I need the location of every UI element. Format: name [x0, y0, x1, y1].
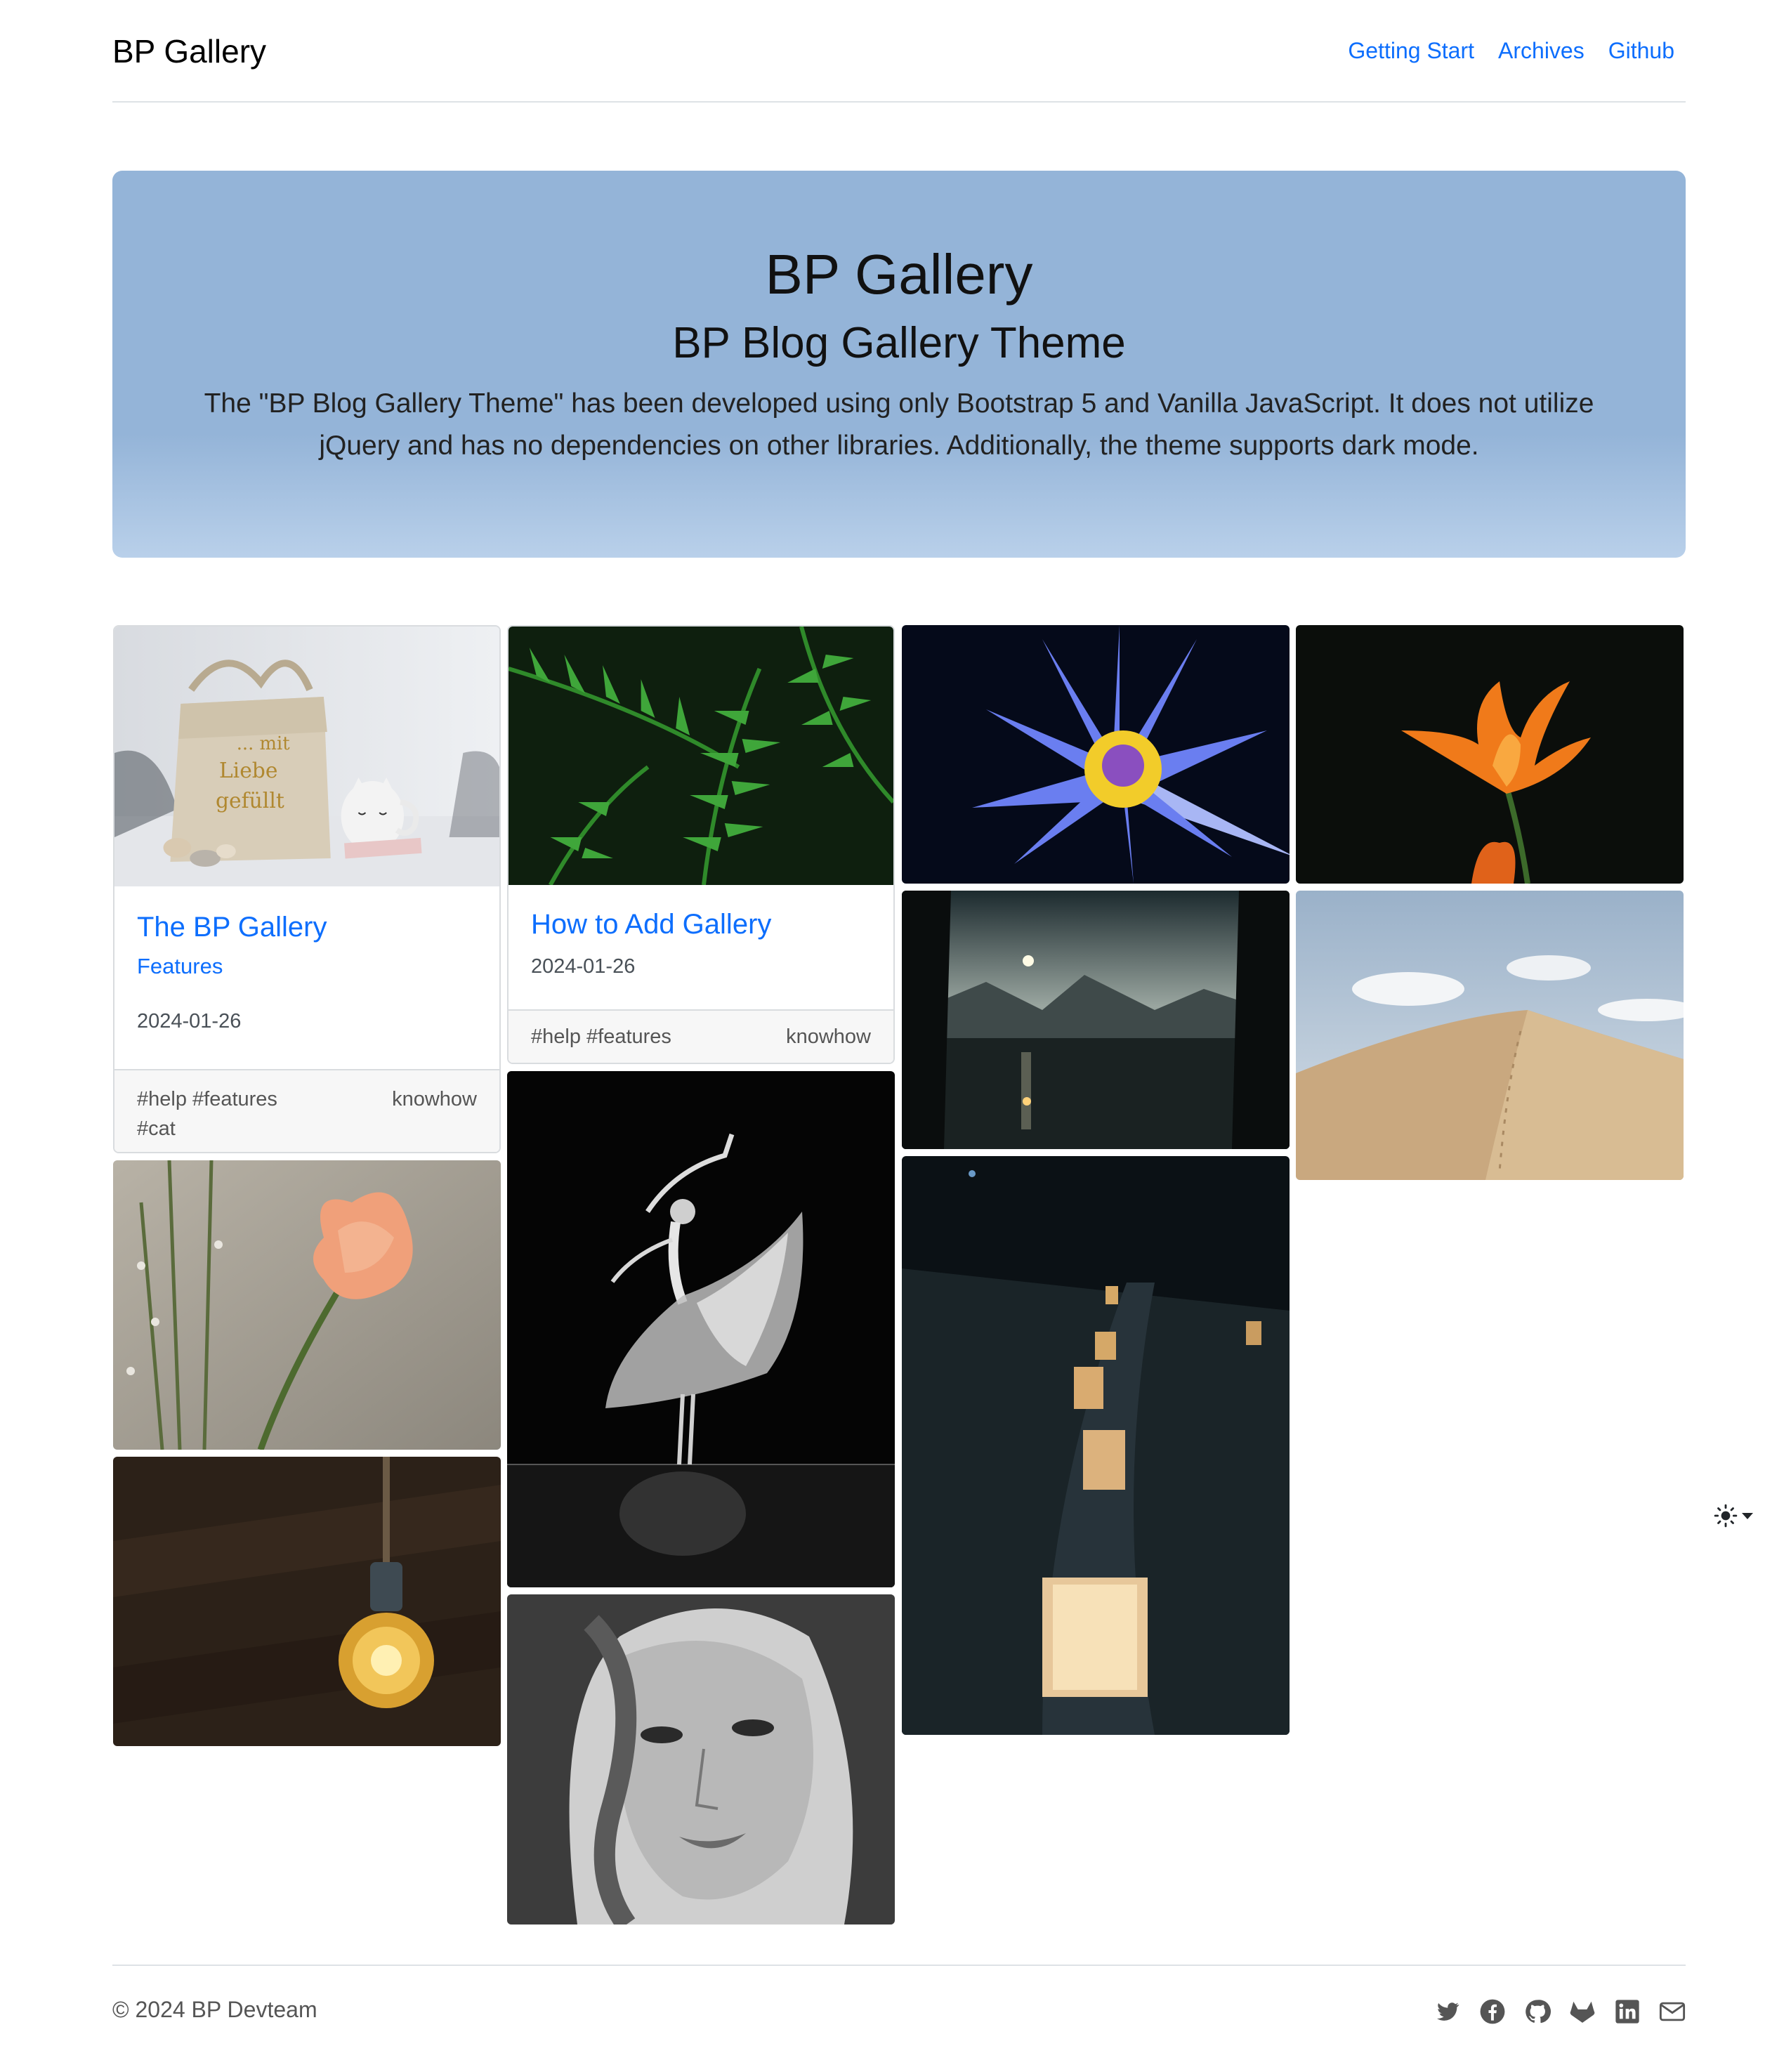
- photo-blue-water-lily[interactable]: [902, 625, 1290, 884]
- github-icon[interactable]: [1524, 1998, 1551, 2025]
- post-card-body: How to Add Gallery 2024-01-26: [509, 906, 893, 979]
- post-card-add-gallery[interactable]: How to Add Gallery 2024-01-26 #help #fea…: [507, 625, 895, 1064]
- site-header: BP Gallery Getting Start Archives Github: [112, 0, 1686, 103]
- copyright-text: © 2024 BP Devteam: [112, 1997, 317, 2022]
- brand-logo-link[interactable]: BP Gallery: [112, 31, 266, 72]
- post-card-bp-gallery[interactable]: ... mit Liebe gefüllt The BP Gallery Fea…: [113, 625, 501, 1153]
- photo-sand-dune[interactable]: [1296, 891, 1684, 1180]
- photo-ballet-dancer[interactable]: [507, 1071, 895, 1587]
- caret-down-icon: [1742, 1511, 1753, 1523]
- twitter-icon[interactable]: [1434, 1998, 1461, 2025]
- post-thumbnail-bag-and-mug[interactable]: ... mit Liebe gefüllt: [114, 627, 499, 886]
- site-footer: © 2024 BP Devteam: [112, 1965, 1686, 2049]
- envelope-icon[interactable]: [1659, 1998, 1686, 2025]
- photo-mountain-lake-night[interactable]: [902, 891, 1290, 1149]
- post-title-link[interactable]: How to Add Gallery: [531, 906, 871, 943]
- gitlab-icon[interactable]: [1569, 1998, 1596, 2025]
- nav-link-archives[interactable]: Archives: [1498, 37, 1585, 65]
- photo-edison-bulb[interactable]: [113, 1457, 501, 1746]
- hero-description: The "BP Blog Gallery Theme" has been dev…: [204, 388, 1594, 461]
- post-footer-category[interactable]: knowhow: [392, 1084, 477, 1114]
- svg-text:gefüllt: gefüllt: [216, 789, 284, 813]
- photo-peach-poppy[interactable]: [113, 1160, 501, 1450]
- post-card-body: The BP Gallery Features 2024-01-26: [114, 909, 499, 1034]
- svg-text:... mit: ... mit: [237, 733, 290, 754]
- post-date: 2024-01-26: [137, 1010, 242, 1032]
- social-links: [1434, 1998, 1686, 2025]
- nav-link-github[interactable]: Github: [1608, 37, 1674, 65]
- hero-subtitle: BP Blog Gallery Theme: [672, 319, 1126, 367]
- post-footer-category[interactable]: knowhow: [786, 1022, 871, 1051]
- nav-link-getting-start[interactable]: Getting Start: [1348, 37, 1474, 65]
- hero-banner: BP Gallery BP Blog Gallery Theme The "BP…: [112, 171, 1686, 558]
- theme-toggle-dropdown[interactable]: [1714, 1503, 1759, 1531]
- post-tags[interactable]: #help #features #cat: [137, 1084, 320, 1143]
- post-card-footer: #help #features knowhow: [509, 1009, 893, 1063]
- post-card-footer: #help #features #cat knowhow: [114, 1069, 499, 1152]
- sun-icon: [1714, 1504, 1738, 1531]
- post-category-link[interactable]: Features: [137, 952, 477, 981]
- post-title-link[interactable]: The BP Gallery: [137, 909, 477, 945]
- photo-paper-lanterns[interactable]: [902, 1156, 1290, 1735]
- photo-woman-portrait[interactable]: [507, 1594, 895, 1925]
- linkedin-icon[interactable]: [1614, 1998, 1641, 2025]
- gallery-grid: ... mit Liebe gefüllt The BP Gallery Fea…: [112, 625, 1686, 1928]
- svg-text:Liebe: Liebe: [219, 759, 278, 783]
- facebook-icon[interactable]: [1479, 1998, 1506, 2025]
- post-date: 2024-01-26: [531, 955, 636, 978]
- hero-title: BP Gallery: [765, 243, 1033, 306]
- photo-orange-tulip[interactable]: [1296, 625, 1684, 884]
- main-nav: Getting Start Archives Github: [1348, 37, 1674, 65]
- post-thumbnail-fern[interactable]: [509, 627, 893, 885]
